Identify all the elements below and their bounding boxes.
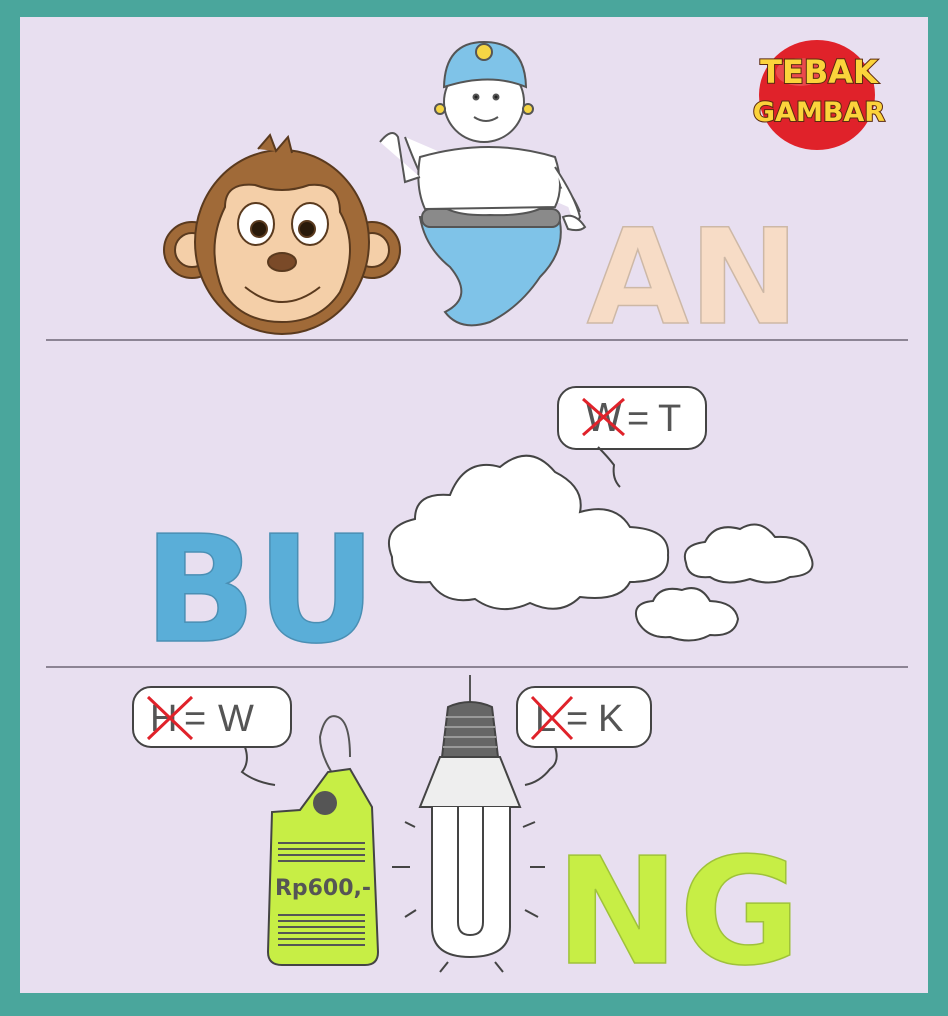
bubble3-new-letter: K xyxy=(598,698,623,740)
price-tag-picture: Rp600,- xyxy=(266,715,380,966)
bubble1-new-letter: T xyxy=(658,398,681,440)
cloud-picture xyxy=(387,454,814,642)
speech-bubble-l-to-k: L = K xyxy=(516,686,652,786)
logo-line2: GAMBAR xyxy=(753,97,885,128)
bubble1-equals: = xyxy=(627,398,649,440)
row3-suffix-text: NG xyxy=(555,826,800,993)
puzzle-board: TEBAK GAMBAR AN BU = T H = W Rp600,- L =… xyxy=(20,17,928,993)
bubble2-equals: = xyxy=(184,698,206,740)
bubble2-new-letter: W xyxy=(218,698,254,740)
row1-suffix-text: AN xyxy=(587,201,800,355)
bubble3-equals: = xyxy=(566,698,588,740)
puzzle-canvas: TEBAK GAMBAR AN BU = T H = W Rp600,- L =… xyxy=(46,40,908,993)
tebak-gambar-logo: TEBAK GAMBAR xyxy=(752,40,886,150)
genie-picture xyxy=(379,40,587,327)
row2-prefix-text: BU xyxy=(144,504,377,676)
speech-bubble-h-to-w: H = W xyxy=(132,686,292,786)
speech-bubble-w-to-t: W = T xyxy=(557,386,707,488)
logo-line1: TEBAK xyxy=(760,53,879,91)
price-tag-text: Rp600,- xyxy=(275,876,371,901)
monkey-face-picture xyxy=(163,133,401,335)
